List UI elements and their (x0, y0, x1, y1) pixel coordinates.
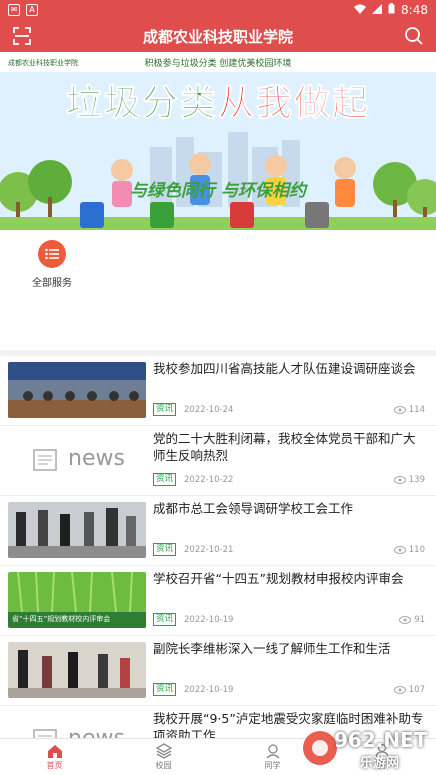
eye-icon (393, 405, 406, 414)
scan-icon[interactable] (12, 26, 32, 46)
app-badge-icon: A (26, 4, 38, 16)
news-meta: 资讯 2022-10-24 114 (153, 403, 425, 416)
services-panel: 全部服务 (0, 230, 436, 350)
news-views: 91 (399, 615, 425, 625)
banner-headline-green: 垃圾分类 (65, 83, 218, 125)
news-tag: 资讯 (153, 473, 177, 486)
news-thumbnail: news (8, 712, 146, 738)
nav-campus-label: 校园 (155, 761, 172, 770)
notification-icon: ✉ (8, 4, 20, 16)
all-services-label: 全部服务 (32, 278, 72, 289)
nav-classmates-label: 同学 (264, 761, 281, 770)
news-item[interactable]: 省“十四五”规划教材校内评审会 学校召开省“十四五”规划教材申报校内评审会 资讯… (0, 566, 436, 636)
wifi-icon (354, 3, 367, 17)
news-views: 139 (393, 474, 425, 485)
news-item[interactable]: 我校参加四川省高技能人才队伍建设调研座谈会 资讯 2022-10-24 114 (0, 356, 436, 426)
eye-icon (393, 685, 406, 694)
watermark-sub: 乐游网 (360, 756, 400, 771)
news-title: 党的二十大胜利闭幕，我校全体党员干部和广大师生反响热烈 (153, 431, 416, 463)
banner-headline-red: 从我做起 (217, 83, 371, 125)
news-views: 114 (393, 404, 425, 415)
news-item[interactable]: 副院长李维彬深入一线了解师生工作和生活 资讯 2022-10-19 107 (0, 636, 436, 706)
news-title: 学校召开省“十四五”规划教材申报校内评审会 (153, 571, 404, 586)
news-tag: 资讯 (153, 613, 177, 626)
news-title: 我校参加四川省高技能人才队伍建设调研座谈会 (153, 361, 416, 376)
banner-headline: 垃圾分类从我做起 (0, 74, 436, 126)
news-view-count: 91 (414, 614, 425, 625)
eye-icon (393, 545, 406, 554)
app-screen: ✉ A 8:48 成都农业科技职业学院 成都农业科技职业学院 积极参与垃圾分类 … (0, 0, 436, 775)
site-watermark: 962.NET 乐游网 (300, 726, 430, 771)
news-views: 110 (393, 544, 425, 555)
eye-icon (399, 615, 412, 624)
news-item[interactable]: 成都市总工会领导调研学校工会工作 资讯 2022-10-21 110 (0, 496, 436, 566)
news-view-count: 110 (408, 544, 425, 555)
news-date: 2022-10-19 (184, 614, 234, 625)
news-view-count: 139 (408, 474, 425, 485)
news-date: 2022-10-24 (184, 404, 234, 415)
eye-icon (393, 475, 406, 484)
news-view-count: 107 (408, 684, 425, 695)
news-placeholder-text: news (68, 726, 125, 738)
banner-subtitle: 积极参与垃圾分类 创建优美校园环境 (144, 59, 292, 69)
news-tag: 资讯 (153, 683, 177, 696)
watermark-text: 962.NET (334, 728, 428, 752)
news-placeholder-text: news (68, 446, 125, 471)
battery-icon (388, 3, 395, 17)
banner-carousel[interactable]: 成都农业科技职业学院 积极参与垃圾分类 创建优美校园环境 垃圾分类从我做起 与绿… (0, 52, 436, 230)
news-thumbnail: news (8, 432, 146, 488)
news-thumbnail (8, 642, 146, 698)
news-item[interactable]: news 党的二十大胜利闭幕，我校全体党员干部和广大师生反响热烈 资讯 2022… (0, 426, 436, 496)
news-list: 我校参加四川省高技能人才队伍建设调研座谈会 资讯 2022-10-24 114 … (0, 356, 436, 738)
news-thumbnail: 省“十四五”规划教材校内评审会 (8, 572, 146, 628)
page-title: 成都农业科技职业学院 (142, 27, 293, 46)
banner-slogan: 与绿色同行 与环保相约 (130, 181, 306, 201)
list-icon (38, 240, 66, 268)
title-bar: 成都农业科技职业学院 (0, 20, 436, 52)
news-tag: 资讯 (153, 403, 177, 416)
news-meta: 资讯 2022-10-19 107 (153, 683, 425, 696)
signal-icon (372, 3, 383, 17)
home-icon (47, 745, 62, 758)
news-meta: 资讯 2022-10-22 139 (153, 473, 425, 486)
news-view-count: 114 (408, 404, 425, 415)
news-date: 2022-10-22 (184, 474, 234, 485)
nav-campus[interactable]: 校园 (109, 739, 218, 775)
news-views: 107 (393, 684, 425, 695)
news-date: 2022-10-19 (184, 684, 234, 695)
news-title: 成都市总工会领导调研学校工会工作 (153, 501, 354, 516)
news-tag: 资讯 (153, 543, 177, 556)
layers-icon (155, 743, 172, 759)
search-icon[interactable] (404, 26, 424, 46)
news-thumbnail (8, 362, 146, 418)
news-title: 副院长李维彬深入一线了解师生工作和生活 (153, 641, 391, 656)
classmate-icon (266, 744, 279, 759)
all-services-button[interactable]: 全部服务 (24, 240, 80, 289)
news-meta: 资讯 2022-10-19 91 (153, 613, 425, 626)
nav-home-label: 首页 (46, 761, 63, 770)
news-date: 2022-10-21 (184, 544, 234, 555)
clock: 8:48 (401, 3, 428, 17)
nav-home[interactable]: 首页 (0, 739, 109, 775)
news-thumbnail (8, 502, 146, 558)
news-meta: 资讯 2022-10-21 110 (153, 543, 425, 556)
thumbnail-caption: 省“十四五”规划教材校内评审会 (12, 615, 111, 623)
status-bar: ✉ A 8:48 (0, 0, 436, 20)
